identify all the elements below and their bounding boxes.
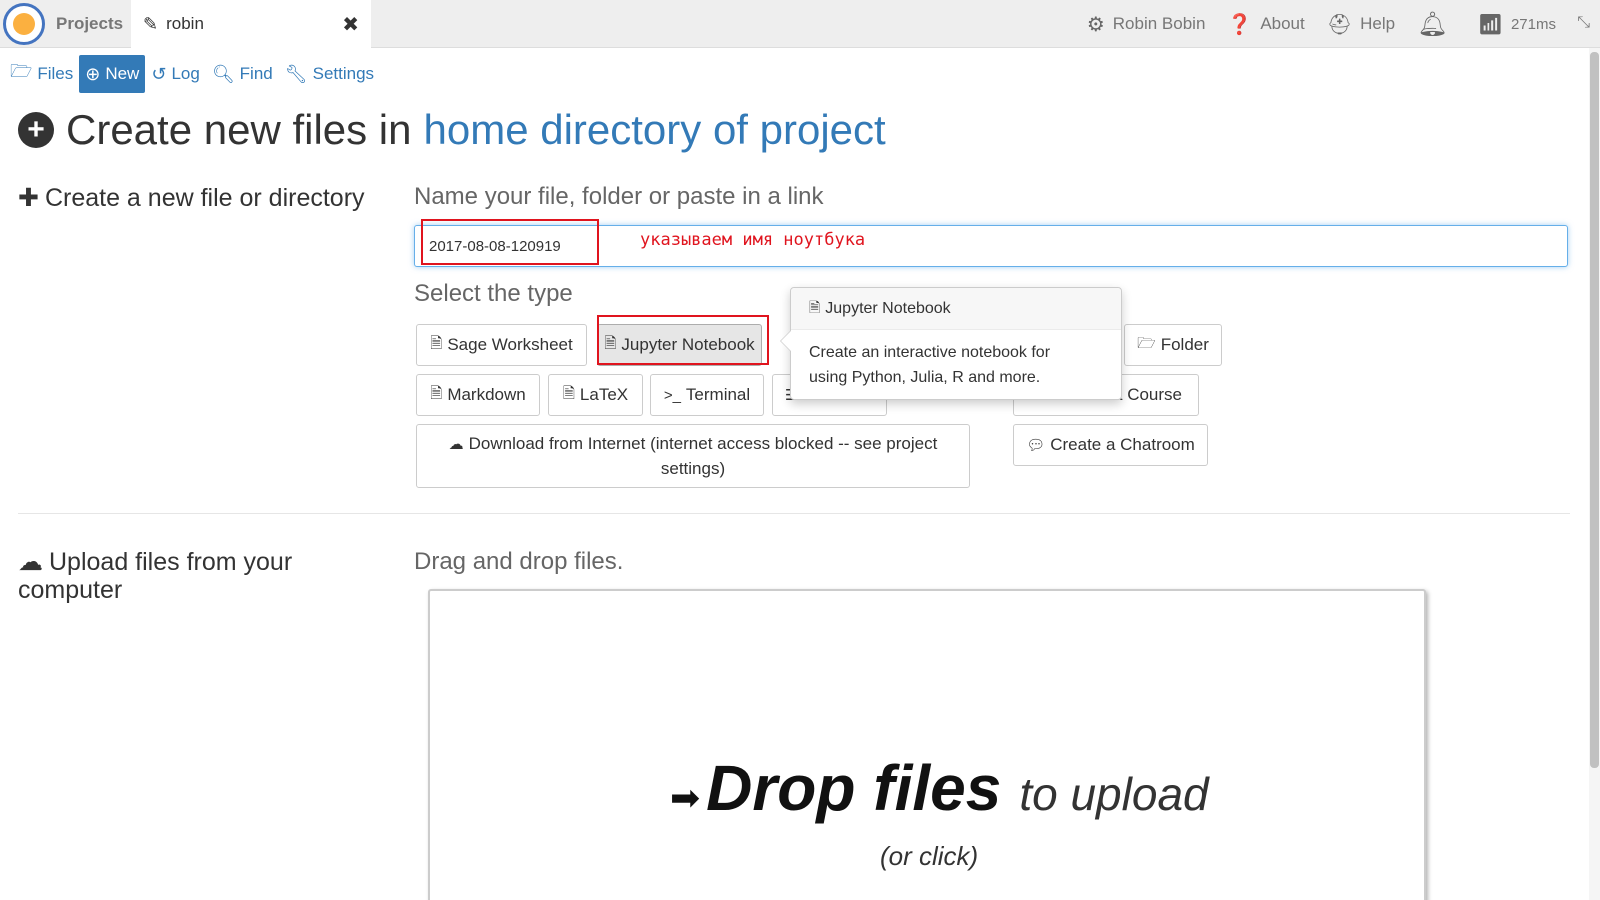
- account-label: Robin Bobin: [1112, 14, 1206, 33]
- dropzone-bold-text: Drop files: [706, 752, 1002, 824]
- settings-label: Settings: [312, 64, 375, 83]
- about-label: About: [1260, 14, 1305, 33]
- create-section-title-text: Create a new file or directory: [44, 184, 365, 212]
- file-tex-icon: 🗎: [562, 384, 575, 402]
- help-button[interactable]: ⛑ Help: [1327, 12, 1395, 37]
- folder-open-icon: 🗁: [1137, 334, 1156, 352]
- connection-status[interactable]: 📶︎ 271ms: [1478, 12, 1556, 37]
- name-field-label: Name your file, folder or paste in a lin…: [414, 183, 824, 210]
- dropzone-rest-text: to upload: [1019, 768, 1209, 820]
- plus-circle-icon: ⊕: [85, 63, 101, 84]
- about-button[interactable]: ❓ About: [1227, 12, 1304, 37]
- close-icon[interactable]: ✖: [342, 12, 359, 37]
- annotation-text: указываем имя ноутбука: [640, 230, 866, 250]
- tooltip-line2: using Python, Julia, R and more.: [809, 369, 1041, 386]
- file-code-icon: 🗎: [430, 334, 443, 352]
- upload-title-line1: Upload files from your: [49, 548, 293, 576]
- download-label-line2: settings): [660, 458, 726, 478]
- create-section-title: ✚ Create a new file or directory: [18, 183, 365, 213]
- highlight-box-jupyter: [597, 315, 769, 365]
- question-circle-icon: ❓: [1227, 13, 1253, 36]
- download-label-line1: Download from Internet (internet access …: [468, 433, 938, 453]
- files-label: Files: [37, 64, 74, 83]
- sage-worksheet-button[interactable]: 🗎 Sage Worksheet: [416, 324, 587, 366]
- tooltip-body: Create an interactive notebook for using…: [791, 330, 1121, 400]
- sage-worksheet-label: Sage Worksheet: [447, 335, 573, 354]
- dropzone-message: ➡ Drop files to upload: [670, 751, 1209, 825]
- project-tab-robin[interactable]: ✎ robin ✖: [131, 0, 371, 48]
- project-nav: 🗁 Files ⊕ New ↺ Log 🔍︎ Find 🔧︎ Settings: [4, 55, 380, 93]
- folder-button[interactable]: 🗁 Folder: [1124, 324, 1222, 366]
- cloud-icon: ☁: [448, 435, 464, 453]
- tooltip-arrow: [780, 330, 791, 352]
- tooltip-line1: Create an interactive notebook for: [809, 344, 1051, 361]
- terminal-icon: >_: [663, 386, 681, 404]
- top-bar: Projects ✎ robin ✖ ⚙ Robin Bobin ❓ About ⛑…: [0, 0, 1600, 48]
- hand-right-icon: ➡: [670, 777, 701, 818]
- new-label: New: [105, 64, 140, 83]
- jupyter-tooltip: 🗎 Jupyter Notebook Create an interactive …: [780, 287, 1122, 400]
- scrollbar-thumb[interactable]: [1590, 52, 1599, 768]
- highlight-box-filename: [421, 219, 599, 265]
- drag-drop-label: Drag and drop files.: [414, 548, 624, 575]
- history-icon: ↺: [151, 63, 167, 84]
- gear-icon: ⚙: [1086, 13, 1105, 36]
- cocalc-logo[interactable]: [3, 3, 45, 45]
- tooltip-title-text: Jupyter Notebook: [825, 299, 951, 317]
- dropzone-subtext: (or click): [880, 841, 979, 871]
- plus-icon: ✚: [18, 184, 39, 212]
- upload-section-title: ☁ Upload files from your computer: [18, 548, 292, 604]
- search-icon: 🔍︎: [211, 63, 235, 84]
- find-label: Find: [239, 64, 273, 83]
- terminal-label: Terminal: [685, 385, 751, 404]
- compress-icon[interactable]: ⤡: [1577, 14, 1590, 32]
- upload-title-line2: computer: [18, 576, 123, 604]
- page-scrollbar[interactable]: [1589, 48, 1600, 900]
- notifications-button[interactable]: 🔔︎: [1417, 10, 1455, 39]
- course-label: a Course: [1113, 385, 1182, 404]
- help-label: Help: [1360, 14, 1396, 33]
- find-button[interactable]: 🔍︎ Find: [206, 55, 279, 93]
- home-directory-link[interactable]: home directory of project: [424, 106, 886, 154]
- markdown-icon: 🗎: [430, 384, 443, 402]
- tooltip-title: 🗎 Jupyter Notebook: [791, 288, 1121, 330]
- download-button[interactable]: ☁ Download from Internet (internet access…: [416, 424, 970, 488]
- edit-icon: ✎: [143, 13, 159, 34]
- page-title: + Create new files in home directory of …: [18, 106, 886, 154]
- bell-icon: 🔔︎: [1417, 10, 1448, 38]
- log-label: Log: [171, 64, 200, 83]
- folder-label: Folder: [1160, 335, 1209, 354]
- latex-label: LaTeX: [579, 385, 629, 404]
- projects-tab[interactable]: Projects: [48, 0, 130, 48]
- wifi-icon: 📶︎: [1477, 13, 1503, 36]
- file-dropzone[interactable]: ➡ Drop files to upload (or click): [428, 589, 1426, 900]
- new-button[interactable]: ⊕ New: [79, 55, 146, 93]
- section-divider: [18, 513, 1570, 514]
- settings-button[interactable]: 🔧︎ Settings: [279, 55, 380, 93]
- project-tab-label: robin: [166, 14, 204, 33]
- markdown-button[interactable]: 🗎 Markdown: [416, 374, 540, 416]
- projects-tab-label: Projects: [56, 14, 124, 33]
- chatroom-label: Create a Chatroom: [1050, 435, 1195, 454]
- latex-button[interactable]: 🗎 LaTeX: [548, 374, 643, 416]
- chatroom-button[interactable]: 💬︎ Create a Chatroom: [1013, 424, 1208, 466]
- cloud-upload-icon: ☁: [18, 548, 43, 576]
- wrench-icon: 🔧︎: [284, 63, 308, 84]
- type-label: Select the type: [414, 280, 573, 307]
- account-button[interactable]: ⚙ Robin Bobin: [1087, 12, 1206, 37]
- file-code-icon: 🗎: [809, 298, 821, 315]
- ping-value: 271ms: [1510, 15, 1556, 33]
- folder-open-icon: 🗁: [10, 61, 33, 81]
- terminal-button[interactable]: >_ Terminal: [650, 374, 764, 416]
- markdown-label: Markdown: [447, 385, 526, 404]
- files-button[interactable]: 🗁 Files: [4, 55, 79, 93]
- page-title-prefix: Create new files in: [66, 106, 412, 153]
- comment-icon: 💬︎: [1026, 437, 1046, 454]
- plus-circle-icon: +: [18, 112, 54, 148]
- log-button[interactable]: ↺ Log: [145, 55, 205, 93]
- medkit-icon: ⛑: [1326, 13, 1353, 36]
